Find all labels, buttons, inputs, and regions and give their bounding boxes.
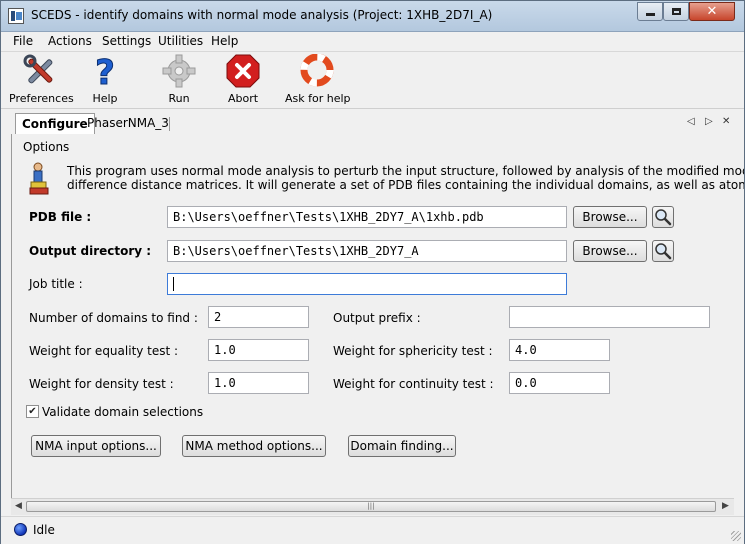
job-title-input[interactable] [167,273,567,295]
output-directory-label: Output directory : [29,244,152,258]
tab-next-icon[interactable]: ▷ [705,116,713,127]
question-mark-icon: ? [88,53,122,94]
abort-label: Abort [227,92,259,105]
lifebuoy-icon [300,53,334,88]
checkmark-icon: ✔ [28,406,37,417]
ask-for-help-button[interactable]: Ask for help [285,53,351,105]
pdb-file-search-button[interactable] [652,206,674,228]
tab-separator [169,117,170,131]
intro-line-1: This program uses normal mode analysis t… [67,164,744,178]
maximize-button[interactable] [663,2,689,21]
resize-grip-icon[interactable] [731,531,741,541]
app-icon [8,8,24,24]
tab-strip: Configure PhaserNMA_3 ◁ ▷ ✕ [11,113,744,135]
output-directory-input[interactable]: B:\Users\oeffner\Tests\1XHB_2DY7_A [167,240,567,262]
configure-panel: Options This program uses normal mode an… [11,134,744,515]
output-directory-search-button[interactable] [652,240,674,262]
validate-domain-label: Validate domain selections [42,405,204,419]
menu-utilities[interactable]: Utilities [158,34,203,48]
preferences-label: Preferences [9,92,74,105]
ask-for-help-label: Ask for help [285,92,351,105]
domain-finding-button[interactable]: Domain finding... [348,435,456,457]
intro-description: This program uses normal mode analysis t… [67,164,744,192]
weight-continuity-input[interactable]: 0.0 [509,372,610,394]
tools-icon [23,54,57,88]
maximize-icon [671,8,681,15]
toolbar: Preferences ? Help Run Abort Ask for hel… [1,52,744,109]
num-domains-label: Number of domains to find : [29,311,198,325]
tab-close-icon[interactable]: ✕ [722,116,730,127]
status-indicator-icon [14,523,27,536]
horizontal-scrollbar[interactable]: ◀ ||| ▶ [11,498,734,515]
nma-method-options-button[interactable]: NMA method options... [182,435,326,457]
menu-help[interactable]: Help [211,34,238,48]
options-heading: Options [23,140,70,154]
weight-density-label: Weight for density test : [29,377,174,391]
horizontal-scroll-thumb[interactable]: ||| [26,501,716,512]
svg-text:?: ? [95,54,115,88]
output-prefix-label: Output prefix : [333,311,421,325]
weight-equality-label: Weight for equality test : [29,344,179,358]
app-window: SCEDS - identify domains with normal mod… [0,0,745,544]
run-button[interactable]: Run [157,54,201,105]
abort-button[interactable]: Abort [221,54,265,105]
job-title-label: Job title : [29,277,83,291]
help-button[interactable]: ? Help [83,53,127,106]
menu-file[interactable]: File [13,34,33,48]
pdb-file-label: PDB file : [29,210,92,224]
minimize-icon [645,13,655,16]
menu-bar: File Actions Settings Utilities Help [1,32,744,52]
stop-x-icon [226,54,260,88]
pdb-file-input[interactable]: B:\Users\oeffner\Tests\1XHB_2DY7_A\1xhb.… [167,206,567,228]
scroll-left-icon[interactable]: ◀ [15,501,22,511]
tab-phasernma-3[interactable]: PhaserNMA_3 [81,113,175,133]
tab-prev-icon[interactable]: ◁ [687,116,695,127]
nma-input-options-button[interactable]: NMA input options... [31,435,161,457]
minimize-button[interactable] [637,2,663,21]
weight-density-input[interactable]: 1.0 [208,372,309,394]
weight-equality-input[interactable]: 1.0 [208,339,309,361]
output-prefix-input[interactable] [509,306,710,328]
status-bar: Idle [1,516,744,544]
weight-sphericity-label: Weight for sphericity test : [333,344,493,358]
window-title: SCEDS - identify domains with normal mod… [31,8,493,22]
preferences-button[interactable]: Preferences [9,54,74,105]
close-icon: ✕ [706,4,718,19]
intro-line-2: difference distance matrices. It will ge… [67,178,744,192]
num-domains-input[interactable]: 2 [208,306,309,328]
run-label: Run [168,92,190,105]
close-button[interactable]: ✕ [689,2,735,21]
menu-actions[interactable]: Actions [48,34,92,48]
program-figure-icon [28,162,50,196]
weight-sphericity-input[interactable]: 4.0 [509,339,610,361]
help-label: Help [92,92,118,105]
weight-continuity-label: Weight for continuity test : [333,377,494,391]
magnifier-icon [655,209,672,226]
menu-settings[interactable]: Settings [102,34,151,48]
title-bar[interactable]: SCEDS - identify domains with normal mod… [1,1,744,32]
scroll-right-icon[interactable]: ▶ [722,501,729,511]
gear-icon [162,54,196,88]
output-directory-browse-button[interactable]: Browse... [573,240,647,262]
validate-domain-checkbox[interactable]: ✔ [26,405,39,418]
status-text: Idle [33,523,55,537]
text-caret [173,277,174,291]
pdb-file-browse-button[interactable]: Browse... [573,206,647,228]
magnifier-icon [655,243,672,260]
